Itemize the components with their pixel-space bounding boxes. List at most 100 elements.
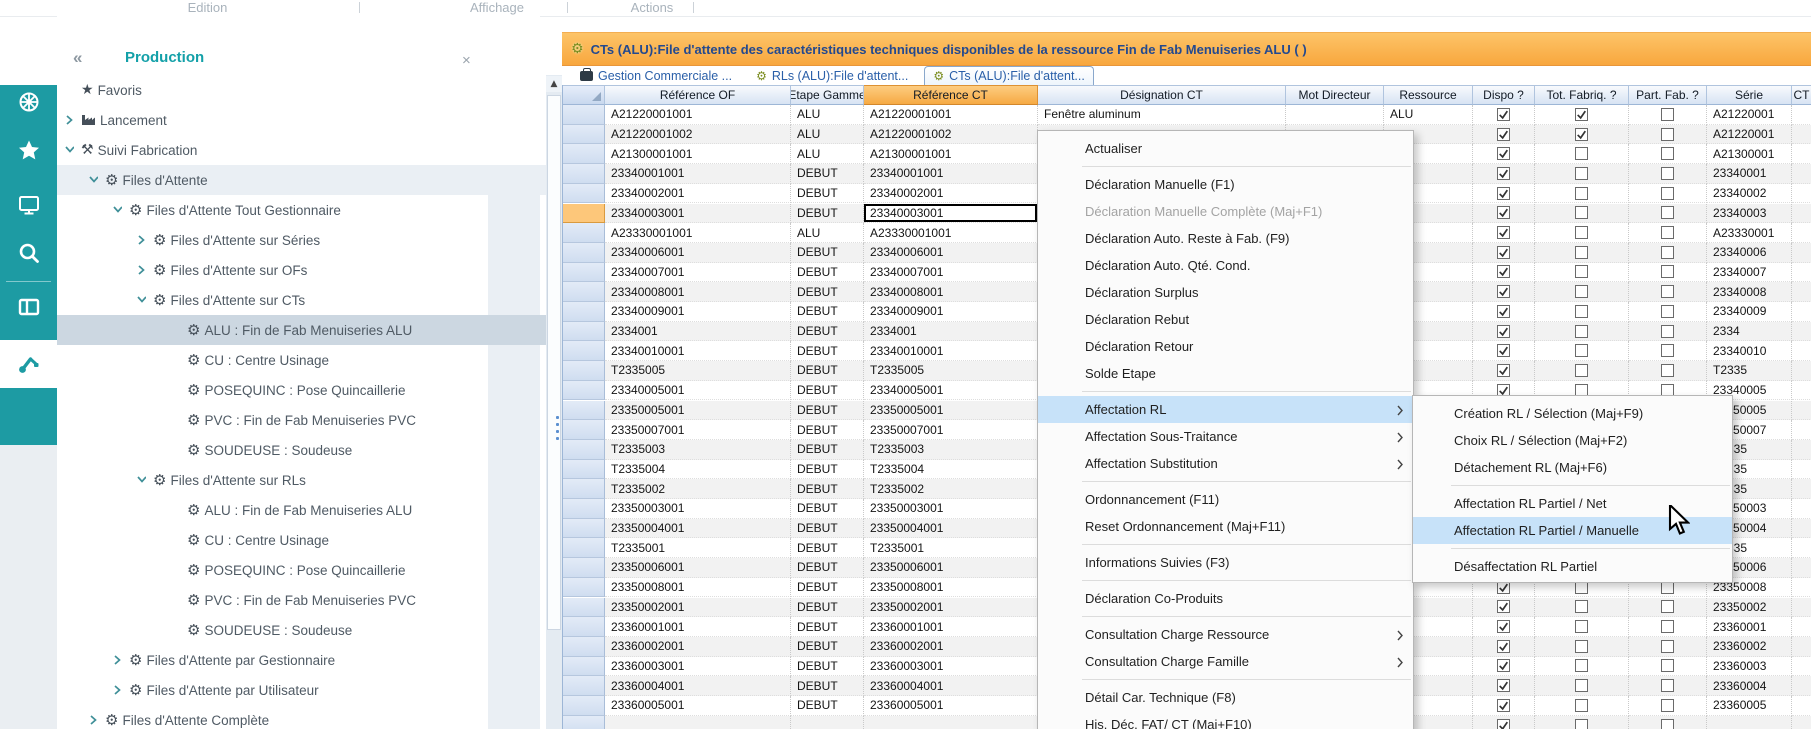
cell-serie[interactable]: 23340010 <box>1707 341 1792 361</box>
row-header-cell[interactable] <box>563 184 605 204</box>
row-header-cell[interactable] <box>563 204 605 224</box>
cell-dispo-checkbox[interactable] <box>1473 657 1535 677</box>
part-checkbox[interactable] <box>1661 206 1674 219</box>
cell-dispo-checkbox[interactable] <box>1473 164 1535 184</box>
part-checkbox[interactable] <box>1661 246 1674 259</box>
rail-item-columns-icon[interactable] <box>0 283 57 331</box>
cell-dispo-checkbox[interactable] <box>1473 696 1535 716</box>
cell-tot-checkbox[interactable] <box>1535 223 1629 243</box>
cell-tot-checkbox[interactable] <box>1535 657 1629 677</box>
cell-ressource[interactable]: ALU <box>1384 105 1473 125</box>
row-header-cell[interactable] <box>563 105 605 125</box>
cell-etape[interactable]: DEBUT <box>791 440 864 460</box>
cell-part-checkbox[interactable] <box>1629 125 1707 145</box>
rail-item-search-icon[interactable] <box>0 229 57 277</box>
cell-ct-extra[interactable] <box>1792 263 1811 283</box>
part-checkbox[interactable] <box>1661 344 1674 357</box>
cell-serie[interactable]: A21300001 <box>1707 144 1792 164</box>
cell-etape[interactable]: DEBUT <box>791 184 864 204</box>
cell-of[interactable]: T2335002 <box>605 479 791 499</box>
cell-dispo-checkbox[interactable] <box>1473 617 1535 637</box>
context-menu-item[interactable]: Consultation Charge Famille <box>1038 648 1413 675</box>
cell-etape[interactable]: DEBUT <box>791 598 864 618</box>
submenu-item[interactable]: Création RL / Sélection (Maj+F9) <box>1413 400 1732 427</box>
tot-checkbox[interactable] <box>1575 167 1588 180</box>
cell-ct[interactable]: 23360003001 <box>864 657 1038 677</box>
tot-checkbox[interactable] <box>1575 659 1588 672</box>
tot-checkbox[interactable] <box>1575 246 1588 259</box>
tab-inactive[interactable]: ⚙RLs (ALU):File d'attent... <box>748 67 916 85</box>
cell-tot-checkbox[interactable] <box>1535 322 1629 342</box>
cell-etape[interactable]: DEBUT <box>791 637 864 657</box>
cell-dispo-checkbox[interactable] <box>1473 637 1535 657</box>
tot-checkbox[interactable] <box>1575 128 1588 141</box>
cell-etape[interactable]: DEBUT <box>791 204 864 224</box>
cell-tot-checkbox[interactable] <box>1535 243 1629 263</box>
cell-serie[interactable]: 23340008 <box>1707 282 1792 302</box>
cell-of[interactable]: 23360003001 <box>605 657 791 677</box>
chevron-down-icon[interactable] <box>135 474 147 486</box>
cell-dispo-checkbox[interactable] <box>1473 204 1535 224</box>
cell-ct[interactable]: 23360004001 <box>864 676 1038 696</box>
dispo-checkbox[interactable] <box>1497 364 1510 377</box>
row-header-cell[interactable] <box>563 125 605 145</box>
cell-ct-extra[interactable] <box>1792 322 1811 342</box>
cell-tot-checkbox[interactable] <box>1535 598 1629 618</box>
dispo-checkbox[interactable] <box>1497 305 1510 318</box>
dispo-checkbox[interactable] <box>1497 285 1510 298</box>
cell-of[interactable]: 23350004001 <box>605 519 791 539</box>
cell-dispo-checkbox[interactable] <box>1473 282 1535 302</box>
cell-ct-extra[interactable] <box>1792 204 1811 224</box>
cell-ct[interactable]: 23350006001 <box>864 558 1038 578</box>
cell-of[interactable]: 23340006001 <box>605 243 791 263</box>
chevron-down-icon[interactable] <box>63 144 75 156</box>
tot-checkbox[interactable] <box>1575 147 1588 160</box>
cell-serie[interactable]: 23360002 <box>1707 637 1792 657</box>
menubar-item-affichage[interactable]: Affichage <box>433 0 561 15</box>
part-checkbox[interactable] <box>1661 147 1674 160</box>
tot-checkbox[interactable] <box>1575 285 1588 298</box>
rail-item-robot-arm-icon[interactable] <box>0 340 57 388</box>
cell-ct-extra[interactable] <box>1792 223 1811 243</box>
cell-ct-extra[interactable] <box>1792 302 1811 322</box>
dispo-checkbox[interactable] <box>1497 640 1510 653</box>
part-checkbox[interactable] <box>1661 600 1674 613</box>
cell-ct[interactable]: 23340005001 <box>864 381 1038 401</box>
cell-dispo-checkbox[interactable] <box>1473 322 1535 342</box>
cell-ct-extra[interactable] <box>1792 164 1811 184</box>
cell-ct[interactable]: A23330001001 <box>864 223 1038 243</box>
cell-ct-extra[interactable] <box>1792 479 1811 499</box>
cell-ct-extra[interactable] <box>1792 696 1811 716</box>
cell-dispo-checkbox[interactable] <box>1473 361 1535 381</box>
cell-ct[interactable]: T2335002 <box>864 479 1038 499</box>
cell-of[interactable]: 23350002001 <box>605 598 791 618</box>
dispo-checkbox[interactable] <box>1497 246 1510 259</box>
dispo-checkbox[interactable] <box>1497 600 1510 613</box>
cell-ct[interactable]: T2335003 <box>864 440 1038 460</box>
cell-etape[interactable]: ALU <box>791 105 864 125</box>
cell-ct-extra[interactable] <box>1792 460 1811 480</box>
cell-ct-extra[interactable] <box>1792 105 1811 125</box>
row-header-cell[interactable] <box>563 420 605 440</box>
chevron-right-icon[interactable] <box>63 114 75 126</box>
chevron-down-icon[interactable] <box>135 294 147 306</box>
row-header-cell[interactable] <box>563 519 605 539</box>
cell-serie[interactable]: A21220001 <box>1707 125 1792 145</box>
chevron-right-icon[interactable] <box>87 714 99 726</box>
cell-dispo-checkbox[interactable] <box>1473 676 1535 696</box>
cell-etape[interactable]: DEBUT <box>791 164 864 184</box>
dispo-checkbox[interactable] <box>1497 226 1510 239</box>
cell-ct-extra[interactable] <box>1792 144 1811 164</box>
context-menu-item[interactable]: Affectation RL <box>1038 396 1413 423</box>
menubar-item-edition[interactable]: Edition <box>155 0 260 15</box>
cell-tot-checkbox[interactable] <box>1535 637 1629 657</box>
menubar-item-actions[interactable]: Actions <box>608 0 696 15</box>
cell-of[interactable]: 2334001 <box>605 322 791 342</box>
cell-ct-extra[interactable] <box>1792 401 1811 421</box>
cell-of[interactable]: 23350005001 <box>605 401 791 421</box>
cell-ct[interactable]: A21300001001 <box>864 144 1038 164</box>
context-menu-item[interactable]: Ordonnancement (F11) <box>1038 486 1413 513</box>
row-header-cell[interactable] <box>563 144 605 164</box>
cell-ct-extra[interactable] <box>1792 578 1811 598</box>
cell-ct[interactable]: 23350002001 <box>864 598 1038 618</box>
